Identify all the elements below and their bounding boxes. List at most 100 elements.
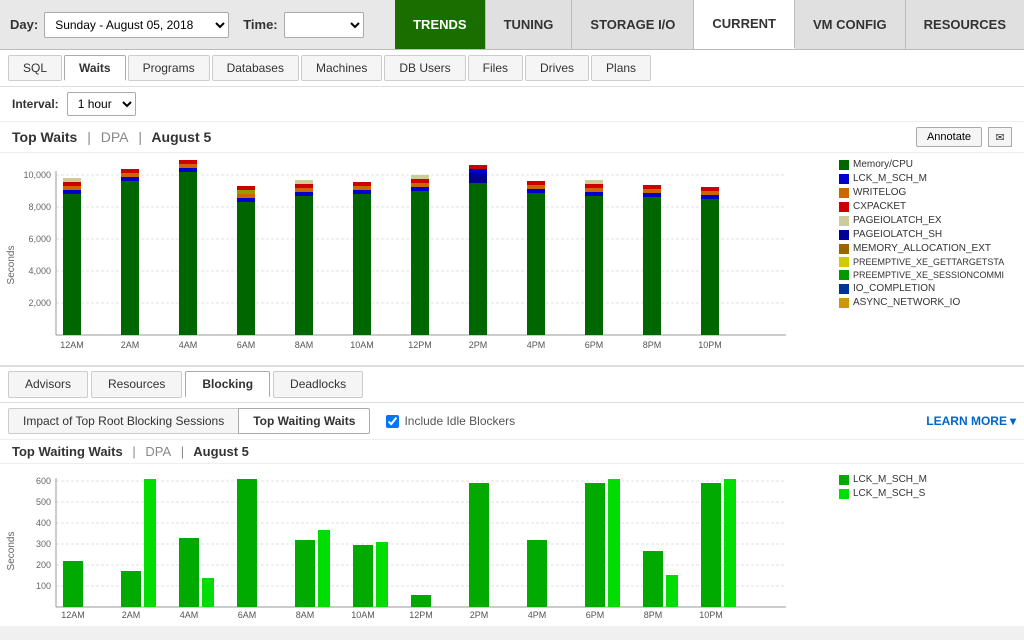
svg-text:Seconds: Seconds	[6, 532, 17, 571]
legend-item: PAGEIOLATCH_SH	[839, 229, 1018, 240]
svg-text:4,000: 4,000	[28, 266, 51, 276]
learn-more-button[interactable]: LEARN MORE ▾	[926, 414, 1016, 428]
svg-text:100: 100	[36, 581, 51, 591]
bottom-chart-section: Top Waiting Waits | DPA | August 5 Secon…	[0, 440, 1024, 626]
time-label: Time:	[243, 17, 277, 32]
svg-text:8,000: 8,000	[28, 202, 51, 212]
svg-text:4PM: 4PM	[528, 610, 547, 620]
svg-text:10PM: 10PM	[699, 610, 723, 620]
nav-tab-resources[interactable]: RESOURCES	[906, 0, 1024, 49]
legend-item: CXPACKET	[839, 201, 1018, 212]
svg-text:6AM: 6AM	[237, 340, 256, 350]
svg-text:10PM: 10PM	[698, 340, 722, 350]
day-select[interactable]: Sunday - August 05, 2018	[44, 12, 229, 38]
include-idle-section: Include Idle Blockers	[386, 414, 515, 428]
svg-text:200: 200	[36, 560, 51, 570]
top-chart-content: Seconds 10,000 8,000 6,000 4,000 2,000	[0, 153, 1024, 365]
svg-text:6PM: 6PM	[586, 610, 605, 620]
bottom-chart-svg: Seconds 600 500 400 300 200 100	[6, 466, 806, 626]
top-chart-title: Top Waits | DPA | August 5	[12, 129, 211, 145]
top-chart-header: Top Waits | DPA | August 5 Annotate ✉	[0, 122, 1024, 153]
bottom-chart-title: Top Waiting Waits | DPA | August 5	[12, 444, 249, 459]
svg-text:10,000: 10,000	[23, 170, 51, 180]
legend-item-lck-sch-m: LCK_M_SCH_M	[839, 474, 1018, 485]
svg-text:10AM: 10AM	[350, 340, 374, 350]
top-chart-svg: Seconds 10,000 8,000 6,000 4,000 2,000	[6, 155, 806, 365]
nav-tab-tuning[interactable]: TUNING	[486, 0, 573, 49]
sub-tab-files[interactable]: Files	[468, 55, 523, 81]
legend-item: ASYNC_NETWORK_IO	[839, 297, 1018, 308]
sub-tab-programs[interactable]: Programs	[128, 55, 210, 81]
tab-deadlocks[interactable]: Deadlocks	[273, 371, 363, 398]
legend-item: WRITELOG	[839, 187, 1018, 198]
day-time-section: Day: Sunday - August 05, 2018 Time:	[0, 0, 374, 49]
sub-tab-sql[interactable]: SQL	[8, 55, 62, 81]
top-chart-legend: Memory/CPU LCK_M_SCH_M WRITELOG CXPACKET…	[833, 155, 1018, 365]
svg-text:2AM: 2AM	[122, 610, 141, 620]
svg-text:8AM: 8AM	[296, 610, 315, 620]
legend-item: PREEMPTIVE_XE_SESSIONCOMMI	[839, 270, 1018, 280]
svg-text:2,000: 2,000	[28, 298, 51, 308]
sub-tab-databases[interactable]: Databases	[212, 55, 299, 81]
top-chart-section: Top Waits | DPA | August 5 Annotate ✉ Se…	[0, 122, 1024, 366]
tab-resources[interactable]: Resources	[91, 371, 182, 398]
include-idle-checkbox[interactable]	[386, 415, 399, 428]
svg-text:4AM: 4AM	[180, 610, 199, 620]
sub-section-tab-blocking[interactable]: Impact of Top Root Blocking Sessions	[8, 408, 238, 434]
sub-tab-waits[interactable]: Waits	[64, 55, 126, 81]
svg-text:8PM: 8PM	[644, 610, 663, 620]
svg-text:2AM: 2AM	[121, 340, 140, 350]
legend-item: PREEMPTIVE_XE_GETTARGETSTA	[839, 257, 1018, 267]
nav-tab-vmconfig[interactable]: VM CONFIG	[795, 0, 906, 49]
time-select[interactable]	[284, 12, 364, 38]
include-idle-label: Include Idle Blockers	[404, 414, 515, 428]
sub-tab-db-users[interactable]: DB Users	[384, 55, 465, 81]
bottom-chart-legend: LCK_M_SCH_M LCK_M_SCH_S	[833, 466, 1018, 626]
svg-text:12PM: 12PM	[409, 610, 433, 620]
svg-text:8PM: 8PM	[643, 340, 662, 350]
interval-bar: Interval: 1 hour	[0, 87, 1024, 122]
nav-tab-current[interactable]: CURRENT	[694, 0, 795, 49]
email-button[interactable]: ✉	[988, 127, 1012, 147]
top-chart-canvas: Seconds 10,000 8,000 6,000 4,000 2,000	[6, 155, 833, 365]
sub-tab-plans[interactable]: Plans	[591, 55, 651, 81]
bottom-tabs-bar: Advisors Resources Blocking Deadlocks	[0, 366, 1024, 403]
chart-actions: Annotate ✉	[916, 127, 1012, 147]
svg-text:6,000: 6,000	[28, 234, 51, 244]
sub-tabs-bar: SQL Waits Programs Databases Machines DB…	[0, 50, 1024, 87]
nav-tab-trends[interactable]: TRENDS	[395, 0, 485, 49]
legend-item: IO_COMPLETION	[839, 283, 1018, 294]
legend-item: MEMORY_ALLOCATION_EXT	[839, 243, 1018, 254]
legend-item: LCK_M_SCH_M	[839, 173, 1018, 184]
svg-text:8AM: 8AM	[295, 340, 314, 350]
interval-select[interactable]: 1 hour	[67, 92, 136, 116]
interval-label: Interval:	[12, 97, 59, 111]
legend-item: PAGEIOLATCH_EX	[839, 215, 1018, 226]
svg-text:600: 600	[36, 476, 51, 486]
sub-tab-machines[interactable]: Machines	[301, 55, 382, 81]
tab-advisors[interactable]: Advisors	[8, 371, 88, 398]
svg-text:12AM: 12AM	[60, 340, 84, 350]
legend-item-lck-sch-s: LCK_M_SCH_S	[839, 488, 1018, 499]
bottom-chart-header: Top Waiting Waits | DPA | August 5	[0, 440, 1024, 464]
sub-tab-drives[interactable]: Drives	[525, 55, 589, 81]
svg-text:12AM: 12AM	[61, 610, 85, 620]
svg-text:10AM: 10AM	[351, 610, 375, 620]
svg-text:500: 500	[36, 497, 51, 507]
svg-text:2PM: 2PM	[469, 340, 488, 350]
svg-text:300: 300	[36, 539, 51, 549]
day-label: Day:	[10, 17, 38, 32]
tab-blocking[interactable]: Blocking	[185, 371, 270, 398]
svg-text:6AM: 6AM	[238, 610, 257, 620]
svg-text:12PM: 12PM	[408, 340, 432, 350]
svg-text:4AM: 4AM	[179, 340, 198, 350]
svg-text:4PM: 4PM	[527, 340, 546, 350]
nav-tabs: TRENDS TUNING STORAGE I/O CURRENT VM CON…	[395, 0, 1024, 49]
bottom-chart-content: Seconds 600 500 400 300 200 100	[0, 464, 1024, 626]
svg-text:6PM: 6PM	[585, 340, 604, 350]
sub-section-tabs: Impact of Top Root Blocking Sessions Top…	[0, 403, 1024, 440]
annotate-button[interactable]: Annotate	[916, 127, 982, 147]
sub-section-tab-waiting[interactable]: Top Waiting Waits	[238, 408, 370, 434]
legend-item: Memory/CPU	[839, 159, 1018, 170]
nav-tab-storage[interactable]: STORAGE I/O	[572, 0, 694, 49]
